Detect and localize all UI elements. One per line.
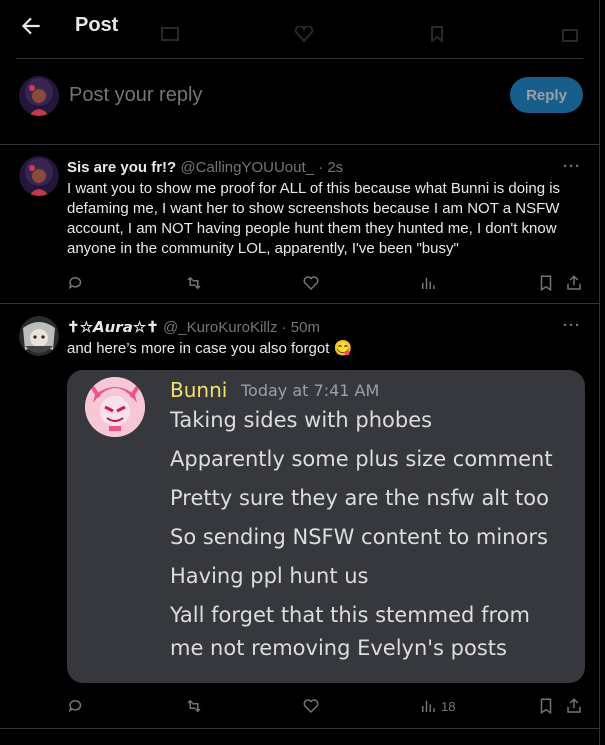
message-line: Yall forget that this stemmed from: [170, 603, 530, 627]
bookmark-action[interactable]: [537, 273, 555, 293]
timeline-column: Post Post your reply Reply Sis are you f…: [0, 0, 600, 745]
message-author: Bunni: [170, 378, 228, 402]
ghost-bookmark-icon: [431, 26, 443, 42]
handle[interactable]: @_KuroKuroKillz: [163, 319, 277, 336]
avatar-image-icon: [19, 156, 59, 196]
reply-action[interactable]: [67, 273, 85, 293]
display-name[interactable]: Sis are you fr!?: [67, 159, 176, 176]
share-icon: [567, 698, 581, 713]
tweet-text: and here’s more in case you also forgot …: [67, 340, 353, 357]
views-action[interactable]: 18: [419, 696, 455, 716]
share-action[interactable]: [565, 273, 583, 293]
message-line: Taking sides with phobes: [170, 408, 433, 432]
handle[interactable]: @CallingYOUUout_: [180, 159, 314, 176]
timestamp[interactable]: · 2s: [318, 159, 343, 176]
reply-icon: [68, 700, 82, 713]
timestamp[interactable]: · 50m: [282, 319, 320, 336]
tweet-actions: 18: [67, 696, 583, 718]
more-options-icon[interactable]: ···: [563, 158, 581, 175]
retweet-icon: [187, 276, 201, 290]
views-icon: [422, 277, 435, 289]
tweet-header: ✝︎☆𝘼𝙪𝙧𝙖☆✝︎ @_KuroKuroKillz · 50m: [67, 318, 320, 336]
avatar[interactable]: [19, 156, 59, 196]
message-timestamp: Today at 7:41 AM: [241, 381, 380, 400]
views-icon: [422, 700, 435, 712]
retweet-icon: [187, 699, 201, 713]
discord-avatar-image-icon: [85, 377, 145, 437]
avatar[interactable]: [19, 316, 59, 356]
heart-icon: [303, 276, 319, 291]
page-title: Post: [75, 14, 119, 36]
ghost-share-icon: [562, 29, 578, 42]
discord-avatar: [85, 377, 145, 437]
page-header: Post: [0, 0, 599, 52]
reply-composer: Post your reply Reply: [0, 60, 599, 145]
views-action[interactable]: [419, 273, 441, 293]
bookmark-icon: [540, 698, 552, 715]
reply-button[interactable]: Reply: [510, 77, 583, 113]
retweet-action[interactable]: [185, 273, 203, 293]
header-divider: [16, 58, 583, 59]
avatar-image-icon: [19, 316, 59, 356]
back-arrow-icon[interactable]: [18, 13, 44, 39]
embedded-screenshot[interactable]: Bunni Today at 7:41 AM Taking sides with…: [67, 370, 585, 683]
bookmark-icon: [540, 275, 552, 292]
retweet-action[interactable]: [185, 696, 203, 716]
message-line: Apparently some plus size comment: [170, 447, 553, 471]
heart-icon: [303, 699, 319, 714]
message-line: Pretty sure they are the nsfw alt too: [170, 486, 549, 510]
reply-input[interactable]: Post your reply: [69, 84, 202, 107]
avatar-image-icon: [19, 76, 59, 116]
tweet-actions: [67, 273, 583, 295]
reply-action[interactable]: [67, 696, 85, 716]
display-name[interactable]: ✝︎☆𝘼𝙪𝙧𝙖☆✝︎: [67, 319, 159, 336]
tweet-text: I want you to show me proof for ALL of t…: [67, 180, 561, 257]
share-action[interactable]: [565, 696, 583, 716]
tweet[interactable]: Sis are you fr!? @CallingYOUUout_ · 2s ·…: [0, 145, 599, 304]
views-count: 18: [441, 698, 456, 714]
message-line: Having ppl hunt us: [170, 564, 369, 588]
bookmark-action[interactable]: [537, 696, 555, 716]
tweet-header: Sis are you fr!? @CallingYOUUout_ · 2s: [67, 159, 343, 176]
ghost-like-icon: [294, 26, 314, 42]
ghost-retweet-icon: [161, 27, 179, 41]
avatar[interactable]: [19, 76, 59, 116]
like-action[interactable]: [302, 273, 320, 293]
message-line: So sending NSFW content to minors: [170, 525, 548, 549]
more-options-icon[interactable]: ···: [563, 317, 581, 334]
share-icon: [567, 275, 581, 290]
reply-icon: [68, 277, 82, 290]
message-line: me not removing Evelyn's posts: [170, 636, 507, 660]
like-action[interactable]: [302, 696, 320, 716]
